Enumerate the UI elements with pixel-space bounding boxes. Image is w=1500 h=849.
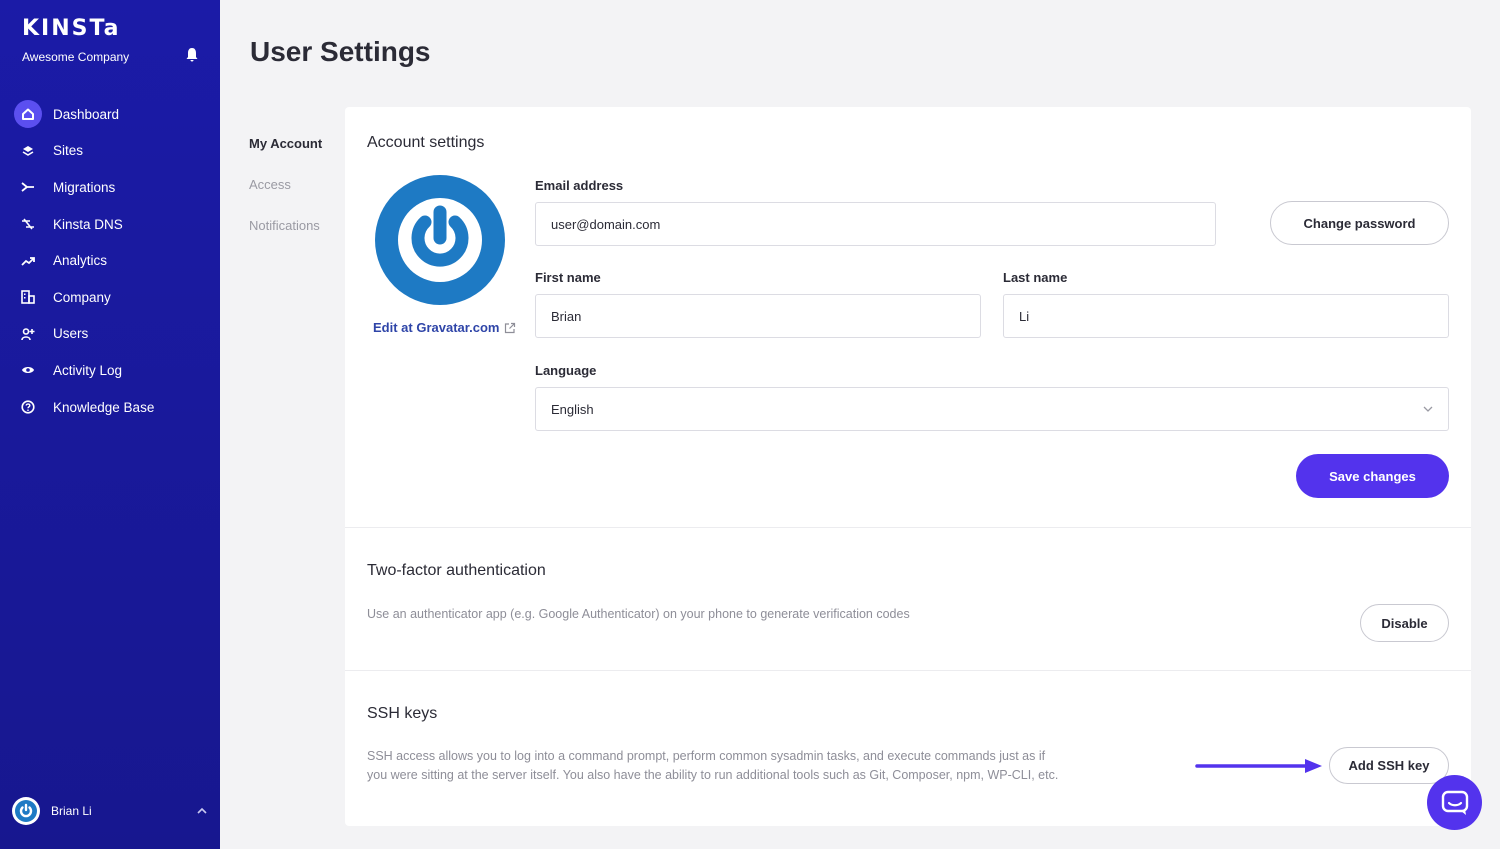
avatar [12,797,40,825]
sidebar-item-label: Knowledge Base [53,399,155,415]
language-select[interactable]: English [535,387,1449,431]
sidebar-item-company[interactable]: Company [0,279,220,316]
eye-icon [14,356,42,384]
ssh-keys-title: SSH keys [367,705,438,722]
sidebar-item-label: Users [53,326,89,342]
layers-icon [14,137,42,165]
section-divider [345,670,1471,671]
sidebar-item-knowledge-base[interactable]: Knowledge Base [0,389,220,426]
chat-icon [1441,790,1468,815]
chevron-up-icon[interactable] [196,805,208,817]
email-field[interactable] [535,202,1216,246]
sidebar-item-label: Activity Log [53,362,123,378]
email-label: Email address [535,178,624,193]
arrow-icon [1195,759,1322,773]
page-title: User Settings [250,36,431,67]
sidebar-item-label: Sites [53,143,84,159]
sidebar-item-migrations[interactable]: Migrations [0,169,220,206]
last-name-label: Last name [1003,270,1068,285]
gravatar-icon [398,198,482,282]
gravatar-link[interactable]: Edit at Gravatar.com [373,320,516,335]
sidebar-item-label: Dashboard [53,106,120,122]
external-link-icon [505,322,516,333]
chevron-down-icon [1423,406,1433,412]
settings-card: Account settings Edit at Gravatar.com Em… [345,107,1471,826]
save-changes-button[interactable]: Save changes [1296,454,1449,498]
help-icon [14,393,42,421]
dns-icon [14,210,42,238]
add-ssh-key-button[interactable]: Add SSH key [1329,747,1449,784]
sidebar-item-label: Kinsta DNS [53,216,123,232]
account-settings-title: Account settings [367,134,485,151]
trend-icon [14,247,42,275]
home-icon [14,100,42,129]
ssh-description-line: SSH access allows you to log into a comm… [367,749,1046,763]
two-factor-title: Two-factor authentication [367,562,546,579]
chat-button[interactable] [1427,775,1482,830]
add-user-icon [14,320,42,348]
settings-subnav: My Account Access Notifications [249,136,322,259]
sidebar-item-activity-log[interactable]: Activity Log [0,352,220,389]
sidebar-nav: Dashboard Sites Migrations Kinsta DNS An… [0,96,220,425]
change-password-button[interactable]: Change password [1270,201,1449,245]
sidebar-item-label: Analytics [53,253,108,269]
ssh-description-line: you were sitting at the server itself. Y… [367,768,1059,782]
ssh-description: SSH access allows you to log into a comm… [367,747,1087,785]
company-name: Awesome Company [22,50,130,64]
kinsta-logo[interactable]: KINSTa [22,16,121,41]
sidebar-item-label: Company [53,289,111,305]
section-divider [345,527,1471,528]
sidebar-item-label: Migrations [53,179,116,195]
subnav-access[interactable]: Access [249,177,322,218]
sidebar-item-analytics[interactable]: Analytics [0,242,220,279]
sidebar-item-sites[interactable]: Sites [0,133,220,170]
gravatar-link-label: Edit at Gravatar.com [373,320,500,335]
language-label: Language [535,363,597,378]
disable-2fa-button[interactable]: Disable [1360,604,1449,642]
user-name: Brian Li [51,804,92,818]
language-selected-value: English [551,401,594,417]
two-factor-description: Use an authenticator app (e.g. Google Au… [367,607,910,621]
sidebar-item-dashboard[interactable]: Dashboard [0,96,220,133]
last-name-field[interactable] [1003,294,1449,338]
first-name-field[interactable] [535,294,981,338]
first-name-label: First name [535,270,601,285]
building-icon [14,283,42,311]
power-icon [15,800,37,822]
sidebar: KINSTa Awesome Company Dashboard Sites M… [0,0,220,849]
sidebar-item-users[interactable]: Users [0,316,220,353]
subnav-notifications[interactable]: Notifications [249,218,322,259]
user-menu[interactable]: Brian Li [12,797,208,825]
bell-icon[interactable] [186,48,198,62]
migrate-icon [14,173,42,201]
subnav-my-account[interactable]: My Account [249,136,322,177]
sidebar-item-kinsta-dns[interactable]: Kinsta DNS [0,206,220,243]
gravatar-avatar [375,175,505,305]
